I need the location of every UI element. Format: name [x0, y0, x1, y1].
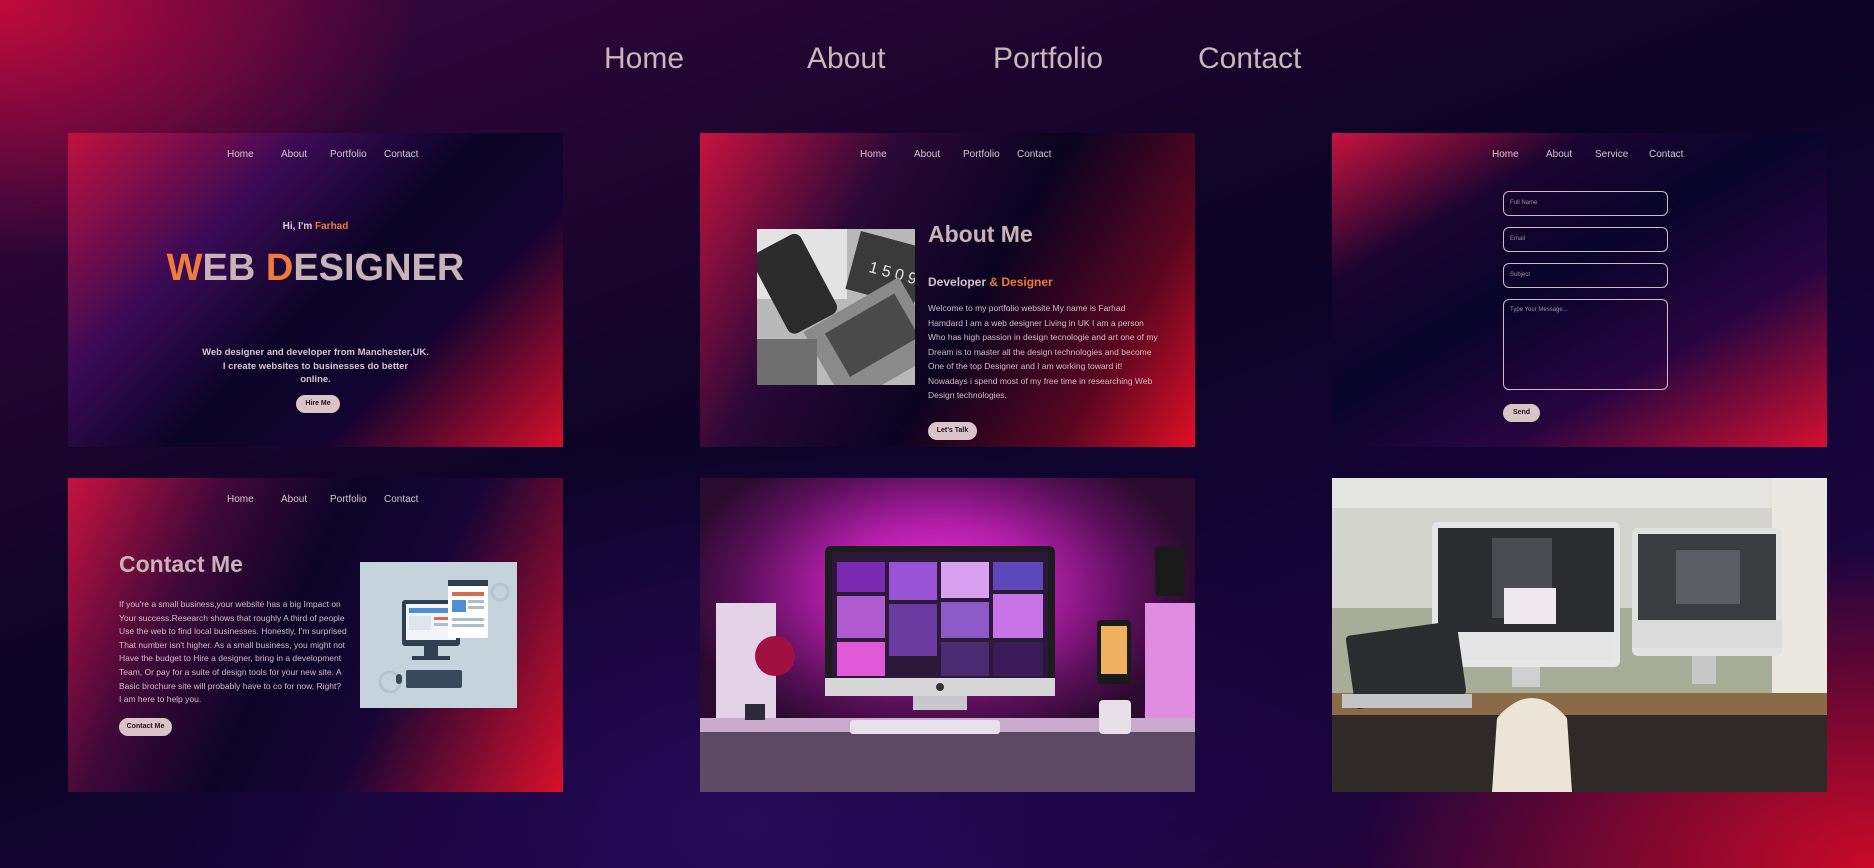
send-button[interactable]: Send: [1503, 404, 1540, 422]
portfolio-card-contact-form[interactable]: Home About Service Contact Full Name Ema…: [1332, 133, 1827, 447]
contact-line: Use the web to find local businesses. Ho…: [119, 626, 347, 637]
greeting-text: Hi, I'm: [282, 221, 316, 232]
subject-field[interactable]: Subject: [1503, 263, 1668, 288]
mini-nav-contact[interactable]: Contact: [1017, 149, 1051, 160]
greeting: Hi, I'm Farhad: [68, 221, 563, 232]
mini-nav-contact[interactable]: Contact: [384, 494, 418, 505]
hero-title: WEB DESIGNER: [68, 247, 563, 290]
contact-title: Contact Me: [119, 551, 243, 577]
mini-nav-about[interactable]: About: [1546, 149, 1572, 160]
hire-me-button[interactable]: Hire Me: [296, 395, 340, 413]
tagline-line: Web designer and developer from Manchest…: [202, 347, 429, 358]
laptop-photo-illustration: 1 5 0 9: [757, 229, 915, 385]
portfolio-card-contact[interactable]: Home About Portfolio Contact Contact Me …: [68, 478, 563, 792]
mini-nav-contact[interactable]: Contact: [384, 149, 418, 160]
nav-home[interactable]: Home: [604, 42, 684, 76]
portfolio-card-about[interactable]: Home About Portfolio Contact 1 5 0 9 Abo…: [700, 133, 1195, 447]
about-line: Welcome to my portfolio website My name …: [928, 303, 1126, 313]
mini-nav-home[interactable]: Home: [227, 149, 254, 160]
desk-setup-photo[interactable]: [700, 478, 1195, 792]
tagline-line: online.: [300, 374, 331, 385]
mini-nav-home[interactable]: Home: [860, 149, 887, 160]
nav-portfolio[interactable]: Portfolio: [993, 42, 1103, 76]
office-desk-illustration: [1332, 478, 1827, 792]
contact-line: If you're a small business,your website …: [119, 599, 341, 609]
about-line: One of the top Designer and I am working…: [928, 361, 1123, 371]
contact-line: Team, Or pay for a suite of design tools…: [119, 666, 342, 677]
about-subtitle-developer: Developer: [928, 275, 990, 289]
computer-illustration-graphic: [360, 562, 517, 708]
contact-line: Have the budget to Hire a designer, brin…: [119, 653, 342, 664]
hero-letter-d: D: [265, 247, 294, 289]
hero-tagline: Web designer and developer from Manchest…: [68, 346, 563, 387]
greeting-name: Farhad: [315, 221, 349, 232]
mini-nav-contact[interactable]: Contact: [1649, 149, 1683, 160]
mini-nav-portfolio[interactable]: Portfolio: [330, 149, 367, 160]
office-desk-photo[interactable]: [1332, 478, 1827, 792]
computer-illustration: [360, 562, 517, 708]
desk-setup-illustration: [700, 546, 1195, 792]
message-field[interactable]: Type Your Message...: [1503, 299, 1668, 390]
contact-body: If you're a small business,your website …: [119, 598, 349, 707]
about-title: About Me: [928, 221, 1033, 247]
nav-about[interactable]: About: [807, 42, 885, 76]
contact-line: Your success.Research shows that roughly…: [119, 612, 345, 623]
about-subtitle: Developer & Designer: [928, 275, 1053, 289]
mini-nav-about[interactable]: About: [914, 149, 940, 160]
hero-word-esigner: ESIGNER: [293, 247, 465, 289]
email-field[interactable]: Email: [1503, 227, 1668, 252]
contact-line: I am here to help you.: [119, 694, 202, 705]
about-line: Hamdard I am a web designer Living in UK…: [928, 317, 1144, 328]
contact-line: Basic brochure site will probably have t…: [119, 680, 342, 691]
lets-talk-button[interactable]: Let's Talk: [928, 422, 977, 440]
hero-word-eb: EB: [202, 247, 266, 289]
about-line: Dream is to master all the design techno…: [928, 346, 1152, 357]
contact-line: That number isn't higher. As a small bus…: [119, 639, 346, 650]
mini-nav-portfolio[interactable]: Portfolio: [330, 494, 367, 505]
mini-nav-about[interactable]: About: [281, 149, 307, 160]
mini-nav-portfolio[interactable]: Portfolio: [963, 149, 1000, 160]
mini-nav-home[interactable]: Home: [1492, 149, 1519, 160]
portfolio-card-home[interactable]: Home About Portfolio Contact Hi, I'm Far…: [68, 133, 563, 447]
about-line: Who has high passion in design tecnologi…: [928, 332, 1158, 342]
full-name-field[interactable]: Full Name: [1503, 191, 1668, 216]
about-subtitle-designer: & Designer: [989, 275, 1053, 289]
mini-nav-service[interactable]: Service: [1595, 149, 1628, 160]
laptop-photo: 1 5 0 9: [757, 229, 915, 385]
mini-nav-home[interactable]: Home: [227, 494, 254, 505]
mini-nav-about[interactable]: About: [281, 494, 307, 505]
contact-me-button[interactable]: Contact Me: [119, 718, 172, 736]
tagline-line: I create websites to businesses do bette…: [222, 360, 409, 372]
about-body: Welcome to my portfolio website My name …: [928, 301, 1158, 403]
main-nav: Home About Portfolio Contact: [0, 42, 1874, 82]
about-line: Nowadays i spend most of my free time in…: [928, 375, 1153, 386]
nav-contact[interactable]: Contact: [1198, 42, 1301, 76]
about-line: Design technologies.: [928, 390, 1007, 400]
hero-letter-w: W: [166, 247, 203, 289]
